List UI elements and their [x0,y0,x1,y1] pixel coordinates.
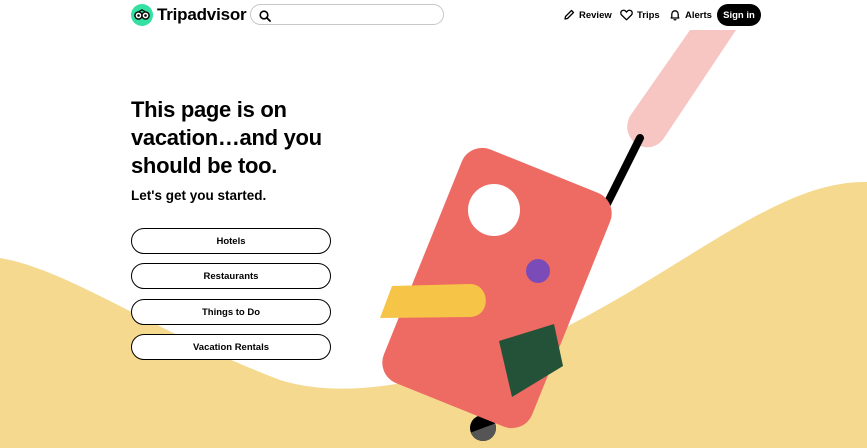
purple-dot [526,259,550,283]
alerts-label: Alerts [685,9,712,21]
page-title: This page is on vacation…and you should … [131,97,322,178]
review-label: Review [579,9,612,21]
tripadvisor-logo[interactable]: Tripadvisor [131,4,247,26]
search-input[interactable] [275,7,439,24]
hotels-button[interactable]: Hotels [131,228,331,254]
vacation-rentals-button[interactable]: Vacation Rentals [131,334,331,360]
bell-icon [670,10,680,21]
review-link[interactable]: Review [563,9,612,21]
restaurants-button[interactable]: Restaurants [131,263,331,289]
white-circle [468,184,520,236]
sign-in-button[interactable]: Sign in [717,4,761,26]
owl-logo-icon [131,4,153,26]
pencil-icon [564,9,575,20]
page-subtitle: Let's get you started. [131,188,267,203]
search-bar[interactable] [250,4,444,25]
arm [627,30,736,148]
heart-icon [620,9,633,21]
yellow-stripe [380,284,486,318]
alerts-link[interactable]: Alerts [669,9,712,21]
search-icon [259,9,271,27]
things-to-do-button[interactable]: Things to Do [131,299,331,325]
vacation-illustration [0,30,867,448]
brand-name: Tripadvisor [157,5,247,24]
trips-link[interactable]: Trips [620,9,660,21]
top-nav: Tripadvisor Review Trips Alerts Sign in [0,0,867,32]
trips-label: Trips [637,9,660,21]
suitcase-handle [599,134,644,216]
